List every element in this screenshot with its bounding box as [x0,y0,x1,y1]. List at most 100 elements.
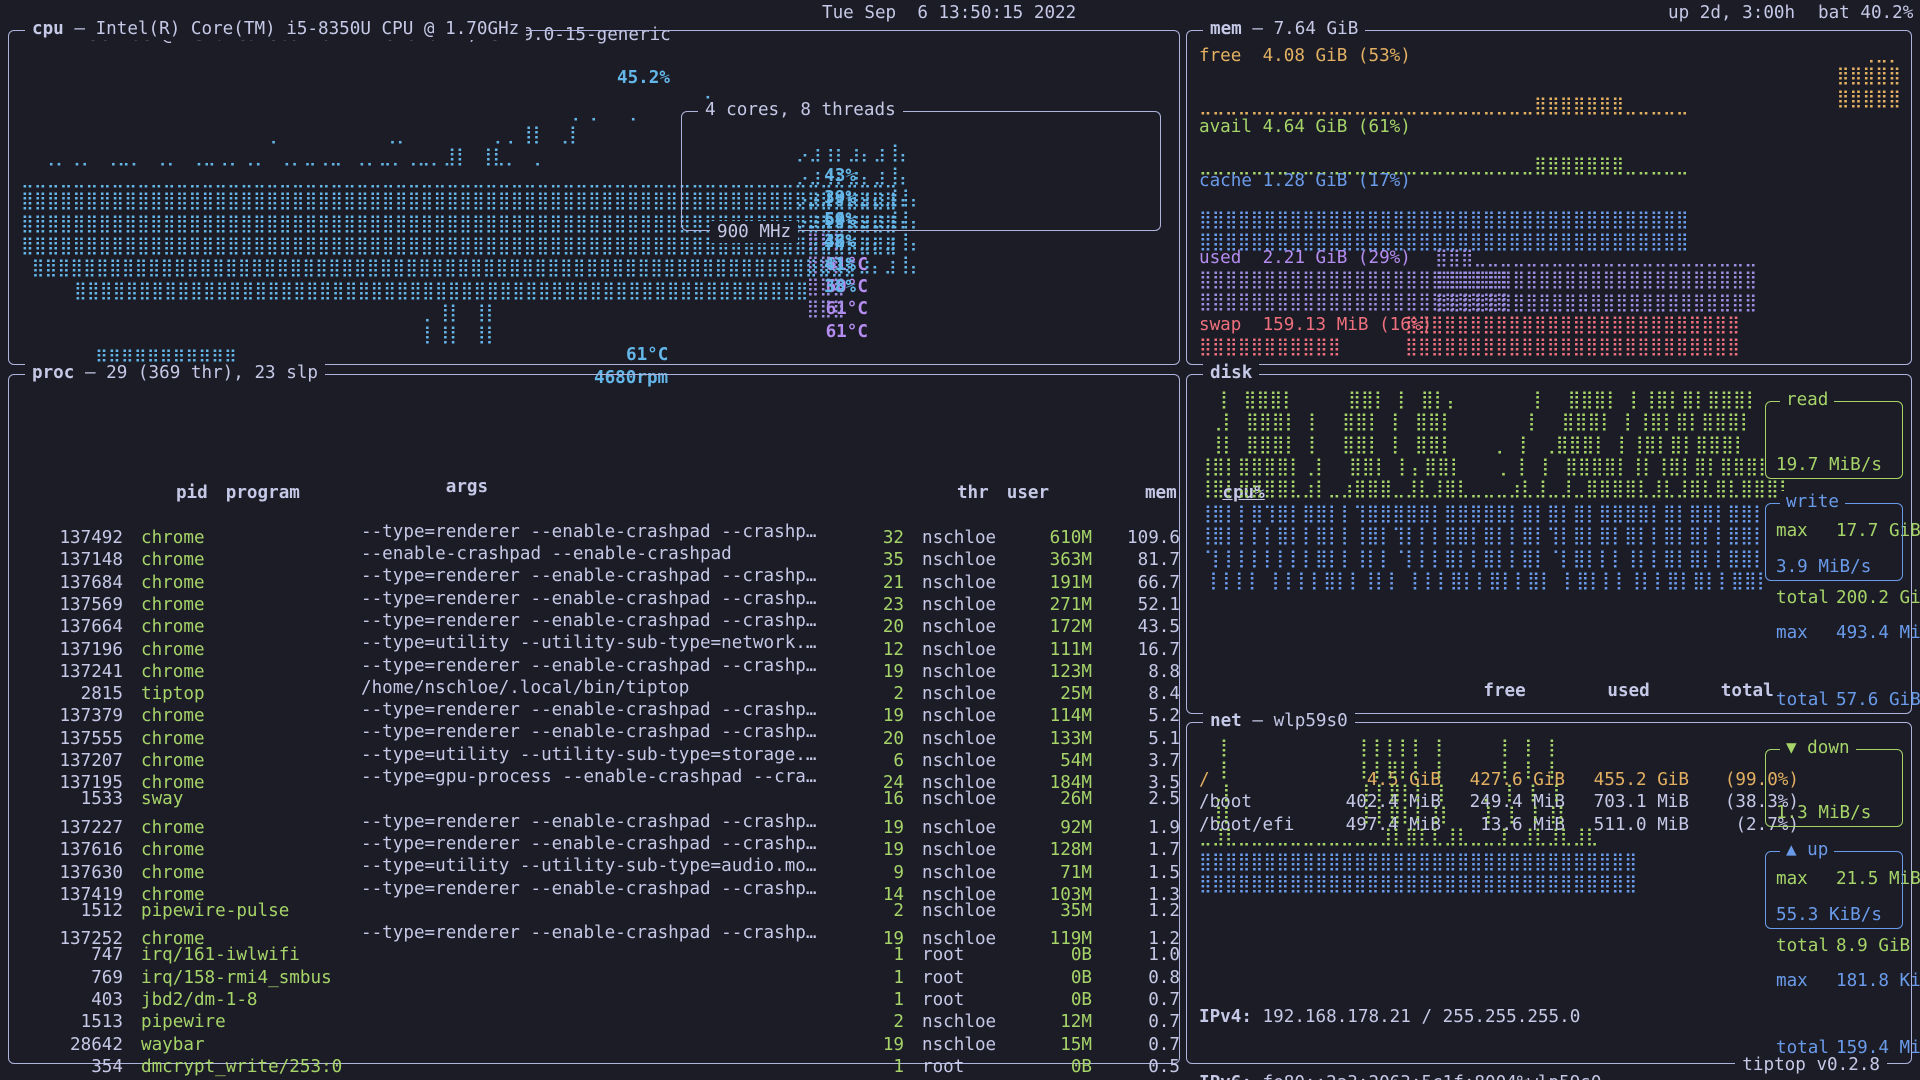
table-row[interactable]: 137148chrome--enable-crashpad --enable-c… [27,543,1265,565]
proc-thr: 2 [856,900,904,922]
proc-args: --type=utility --utility-sub-type=storag… [361,744,856,766]
table-row[interactable]: 137195chrome--type=gpu-process --enable-… [27,766,1265,788]
proc-panel-title: proc – 29 (369 thr), 23 slp [25,362,325,384]
col-header-program[interactable]: program [226,482,446,504]
net-up-box: ▲ up 55.3 KiB/s max181.8 KiB… total159.4… [1765,851,1903,929]
table-row[interactable]: 137241chrome--type=renderer --enable-cra… [27,655,1265,677]
table-row[interactable]: 1512pipewire-pulse2nschloe35M1.2 [27,900,1265,922]
proc-pid: 1512 [27,900,123,922]
proc-cpu: 0.5 [1106,1056,1180,1078]
table-row[interactable]: 137555chrome--type=renderer --enable-cra… [27,721,1265,743]
cpu-thread-row: ⡠⣰⢰⡆⣰⡄⣰⢸⡄ 43% ⡠⣰⢰⡆⣰⡄⣰⢸⡄ 64% ⣿⣿⣿ 61°C [690,120,923,142]
mem-free-name: free [1199,46,1252,66]
table-row[interactable]: 137630chrome--type=utility --utility-sub… [27,855,1265,877]
proc-user: nschloe [922,788,1018,810]
proc-args: --type=gpu-process --enable-crashpad --c… [361,766,856,788]
proc-table-body: 137492chrome--type=renderer --enable-cra… [27,521,1265,1080]
mem-avail-name: avail [1199,117,1252,137]
proc-args: --type=renderer --enable-crashpad --cras… [361,610,856,632]
proc-pid: 1513 [27,1011,123,1033]
proc-pid: 403 [27,989,123,1011]
proc-mem: 15M [1018,1034,1092,1056]
table-row[interactable]: 769irq/158-rmi4_smbus1root0B0.8 [27,967,1265,989]
col-header-user[interactable]: user [1007,482,1103,504]
proc-mem: 26M [1018,788,1092,810]
net-up-graph: ⣿⣿⣿⣿⣿⣿⣿⣿⣿⣿⣿⣿⣿⣿⣿⣿⣿⣿⣿⣿⣿⣿⣿⣿⣿⣿⣿⣿⣿⣿⣿⣿⣿⣿ ⣿⣿⣿⣿⣿… [1199,851,1637,896]
table-row[interactable]: 137207chrome--type=utility --utility-sub… [27,744,1265,766]
table-row[interactable]: 137684chrome--type=renderer --enable-cra… [27,565,1265,587]
table-row[interactable]: 137569chrome--type=renderer --enable-cra… [27,588,1265,610]
disk-read-graph: ⡇ ⣿⣿⣿⡇ ⣿⣿⡇ ⡇ ⣿⡇⡄ ⡇ ⣿⣿⣿⡇ ⡇⢸⣿⡇⣿⡇⣿⣿⣿⡇ ⢀⡇ ⣿⣿… [1199,389,1792,500]
proc-thr: 1 [856,944,904,966]
net-ipv6-label: IPv6: [1199,1073,1252,1080]
table-row[interactable]: 137196chrome--type=utility --utility-sub… [27,632,1265,654]
mem-used-sparkline-wide: ⣿⣿⣿⣿⣿⣿⣿⣿⣿⣿⣿⣿⣿⣿⣿⣿⣿⣿⣿⣿⣿⣿⣿⣿ ⣿⣿⣿⣿⣿⣿⣿⣿⣿⣿⣿⣿⣿⣿⣿… [1199,269,1508,314]
mem-cache-row: cache 1.28 GiB (17%) [1199,170,1411,192]
table-row[interactable]: 1513pipewire2nschloe12M0.7 [27,1011,1265,1033]
disk-read-box: read 19.7 MiB/s max17.7 GiB/s total200.2… [1765,401,1903,479]
disk-panel: disk ⡇ ⣿⣿⣿⡇ ⣿⣿⡇ ⡇ ⣿⡇⡄ ⡇ ⣿⣿⣿⡇ ⡇⢸⣿⡇⣿⡇⣿⣿⣿⡇ … [1186,374,1912,714]
table-row[interactable]: 137492chrome--type=renderer --enable-cra… [27,521,1265,543]
proc-args: /home/nschloe/.local/bin/tiptop [361,677,856,699]
net-up-max: 181.8 KiB… [1836,971,1920,991]
proc-args: --type=renderer --enable-crashpad --cras… [361,811,856,833]
net-up-rate: 55.3 KiB/s [1776,904,1920,926]
col-header-mem[interactable]: mem [1103,482,1177,504]
mem-title-sep: – [1242,19,1274,39]
proc-table[interactable]: pidprogramargsthrusermemcpu% 137492chrom… [27,387,1265,1080]
proc-args: --type=renderer --enable-crashpad --cras… [361,588,856,610]
net-down-rate: 1.3 MiB/s [1776,802,1920,824]
proc-program: pipewire-pulse [141,900,361,922]
table-row[interactable]: 137419chrome--type=renderer --enable-cra… [27,878,1265,900]
proc-args: --type=renderer --enable-crashpad --cras… [361,565,856,587]
proc-args: --type=utility --utility-sub-type=networ… [361,632,856,654]
proc-args: --type=renderer --enable-crashpad --cras… [361,655,856,677]
disk-write-box: write 3.9 MiB/s max493.4 MiB… total57.6 … [1765,503,1903,581]
table-row[interactable]: 1533sway16nschloe26M2.5 [27,788,1265,810]
mem-free-row: free 4.08 GiB (53%) [1199,45,1411,67]
mem-cache-name: cache [1199,171,1252,191]
disk-col-free: free [1402,680,1526,702]
table-row[interactable]: 137616chrome--type=renderer --enable-cra… [27,833,1265,855]
col-header-thr[interactable]: thr [941,482,989,504]
table-row[interactable]: 354dmcrypt_write/253:01root0B0.5 [27,1056,1265,1078]
net-up-total: 159.4 MiB [1836,1038,1920,1058]
table-row[interactable]: 403jbd2/dm-1-81root0B0.7 [27,989,1265,1011]
mem-panel: mem – 7.64 GiB ⢀⣀⡀ ⣿⣿⣿⣿⣿ ⣿⣿⣿⣿⣿ [1186,30,1912,365]
net-up-max-label: max [1776,970,1836,992]
table-row[interactable]: 2815tiptop/home/nschloe/.local/bin/tipto… [27,677,1265,699]
proc-program: irq/161-iwlwifi [141,944,361,966]
table-row[interactable]: 747irq/161-iwlwifi1root0B1.0 [27,944,1265,966]
net-ipv6-value: fe80::2a3:2063:5c1f:8004%wlp59s0 [1252,1073,1602,1080]
proc-args: --type=renderer --enable-crashpad --cras… [361,721,856,743]
table-row[interactable]: 137379chrome--type=renderer --enable-cra… [27,699,1265,721]
proc-program: sway [141,788,361,810]
net-interface: wlp59s0 [1274,711,1348,731]
table-row[interactable]: 137252chrome--type=renderer --enable-cra… [27,922,1265,944]
proc-pid: 769 [27,967,123,989]
cpu-thread-list: ⡠⣰⢰⡆⣰⡄⣰⢸⡄ 43% ⡠⣰⢰⡆⣰⡄⣰⢸⡄ 64% ⣿⣿⣿ 61°C ⡠⣰⢰… [690,120,923,209]
proc-user: nschloe [922,1011,1018,1033]
table-row[interactable]: 137227chrome--type=renderer --enable-cra… [27,811,1265,833]
net-down-title: ▼ down [1780,737,1856,759]
proc-thr: 1 [856,1056,904,1078]
proc-cpu: 0.7 [1106,989,1180,1011]
table-row[interactable]: 137664chrome--type=renderer --enable-cra… [27,610,1265,632]
proc-stats: 29 (369 thr), 23 slp [106,363,318,383]
proc-title-sep: – [74,363,106,383]
mem-avail-value: 4.64 GiB (61%) [1263,117,1411,137]
col-header-pid[interactable]: pid [112,482,208,504]
proc-cpu: 0.8 [1106,967,1180,989]
proc-mem: 0B [1018,944,1092,966]
table-row[interactable]: 28642waybar19nschloe15M0.7 [27,1034,1265,1056]
proc-program: dmcrypt_write/253:0 [141,1056,361,1078]
cpu-cores-box: 4 cores, 8 threads 900 MHz ⡠⣰⢰⡆⣰⡄⣰⢸⡄ 43%… [681,111,1161,231]
tiptop-screen: nschloe @ ishanca Ubuntu 22.10 64bit / 5… [0,0,1920,1080]
proc-pid: 354 [27,1056,123,1078]
col-header-args[interactable]: args [446,476,941,498]
header-uptime: up 2d, 3:00h [1668,2,1795,24]
mem-free-sparkline: ⣀⣀⣀⣀⣀⣀⣀⣀⣀⣀⣀⣀⣀⣀⣀⣀⣀⣀⣀⣀⣀⣀⣀⣀⣀⣀⣿⣿⣿⣿⣿⣿⣿⣀⣀⣀⣀⣀ [1199,95,1689,117]
proc-pid: 28642 [27,1034,123,1056]
proc-pid: 1533 [27,788,123,810]
header-datetime: Tue Sep 6 13:50:15 2022 [822,2,1076,24]
